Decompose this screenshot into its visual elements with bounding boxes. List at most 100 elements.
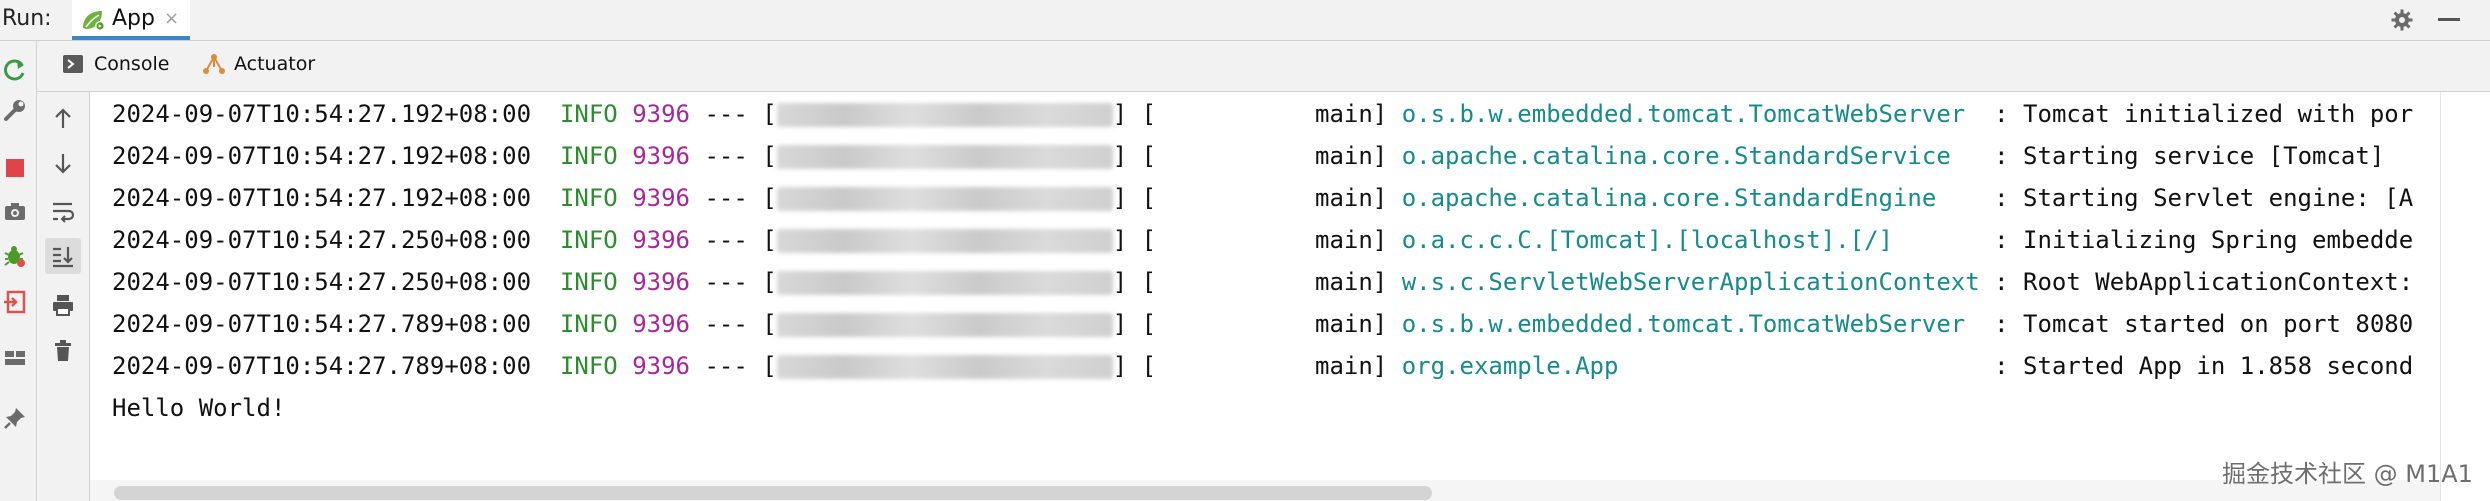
close-icon[interactable]: × (164, 8, 179, 29)
console-tabs-bar: Console Actuator (37, 41, 2490, 92)
arrow-up-icon[interactable] (50, 106, 76, 132)
log-level: INFO (559, 352, 618, 380)
log-level: INFO (559, 268, 618, 296)
gear-icon[interactable] (2390, 8, 2414, 32)
log-thread: main (1315, 142, 1373, 170)
tab-console-label: Console (94, 53, 170, 75)
camera-icon[interactable] (2, 198, 28, 224)
log-pid: 9396 (632, 226, 690, 254)
log-thread: main (1315, 268, 1373, 296)
right-gutter (2440, 92, 2490, 501)
log-message: : Started App in 1.858 second (1994, 352, 2414, 380)
log-separator: --- (704, 142, 748, 170)
redacted-app-name (776, 355, 1113, 379)
hello-output-line: Hello World! (112, 394, 286, 422)
wrench-icon[interactable] (2, 97, 28, 123)
log-separator: --- (704, 268, 748, 296)
log-pid: 9396 (632, 352, 690, 380)
log-message: : Tomcat initialized with por (1994, 100, 2414, 128)
log-line: 2024-09-07T10:54:27.789+08:00 INFO 9396 … (112, 352, 2414, 380)
log-timestamp: 2024-09-07T10:54:27.250+08:00 (112, 268, 532, 296)
log-logger[interactable]: o.a.c.c.C.[Tomcat].[localhost].[/] (1402, 226, 1893, 254)
log-line: 2024-09-07T10:54:27.192+08:00 INFO 9396 … (112, 100, 2414, 128)
log-timestamp: 2024-09-07T10:54:27.192+08:00 (112, 142, 532, 170)
log-timestamp: 2024-09-07T10:54:27.192+08:00 (112, 184, 532, 212)
log-level: INFO (559, 142, 618, 170)
log-timestamp: 2024-09-07T10:54:27.192+08:00 (112, 100, 532, 128)
log-pid: 9396 (632, 142, 690, 170)
redacted-app-name (776, 313, 1113, 337)
log-separator: --- (704, 310, 748, 338)
debug-bug-icon[interactable] (2, 243, 28, 269)
log-thread: main (1315, 310, 1373, 338)
tab-app[interactable]: App × (72, 0, 190, 40)
log-pid: 9396 (632, 184, 690, 212)
tab-actuator-label: Actuator (234, 53, 316, 75)
log-message: : Starting service [Tomcat] (1994, 142, 2385, 170)
log-message: : Starting Servlet engine: [A (1994, 184, 2414, 212)
layout-icon[interactable] (2, 345, 28, 371)
log-logger[interactable]: o.s.b.w.embedded.tomcat.TomcatWebServer (1402, 100, 1966, 128)
log-thread: main (1315, 100, 1373, 128)
log-thread: main (1315, 352, 1373, 380)
log-line: 2024-09-07T10:54:27.250+08:00 INFO 9396 … (112, 268, 2414, 296)
log-line: 2024-09-07T10:54:27.192+08:00 INFO 9396 … (112, 142, 2385, 170)
pin-icon[interactable] (2, 405, 28, 431)
console-side-toolbar (37, 92, 90, 501)
log-separator: --- (704, 226, 748, 254)
tab-app-label: App (112, 6, 155, 31)
log-line: 2024-09-07T10:54:27.250+08:00 INFO 9396 … (112, 226, 2414, 254)
soft-wrap-icon[interactable] (50, 198, 76, 224)
scrollbar-thumb[interactable] (114, 486, 1432, 500)
trash-icon[interactable] (50, 338, 76, 364)
log-level: INFO (559, 100, 618, 128)
log-separator: --- (704, 352, 748, 380)
log-logger[interactable]: org.example.App (1402, 352, 1619, 380)
log-pid: 9396 (632, 268, 690, 296)
watermark: 掘金技术社区 @ M1A1 (2222, 460, 2473, 488)
log-logger[interactable]: o.apache.catalina.core.StandardService (1402, 142, 1951, 170)
arrow-down-icon[interactable] (50, 150, 76, 176)
log-level: INFO (559, 184, 618, 212)
redacted-app-name (776, 229, 1113, 253)
tab-actuator[interactable]: Actuator (202, 51, 332, 81)
log-pid: 9396 (632, 310, 690, 338)
log-logger[interactable]: w.s.c.ServletWebServerApplicationContext (1402, 268, 1980, 296)
log-level: INFO (559, 226, 618, 254)
log-level: INFO (559, 310, 618, 338)
scroll-to-end-icon[interactable] (50, 243, 76, 269)
log-line: 2024-09-07T10:54:27.192+08:00 INFO 9396 … (112, 184, 2414, 212)
log-line: 2024-09-07T10:54:27.789+08:00 INFO 9396 … (112, 310, 2414, 338)
tab-console[interactable]: Console (62, 51, 182, 81)
spring-app-icon (83, 11, 105, 31)
actuator-icon (203, 54, 225, 74)
stop-icon[interactable] (2, 155, 28, 181)
log-message: : Initializing Spring embedde (1994, 226, 2414, 254)
log-separator: --- (704, 100, 748, 128)
redacted-app-name (776, 271, 1113, 295)
horizontal-scrollbar[interactable] (90, 480, 2440, 501)
log-thread: main (1315, 184, 1373, 212)
log-timestamp: 2024-09-07T10:54:27.789+08:00 (112, 352, 532, 380)
rerun-icon[interactable] (2, 57, 28, 83)
minimize-icon[interactable] (2438, 18, 2460, 21)
log-message: : Tomcat started on port 8080 (1994, 310, 2414, 338)
log-logger[interactable]: o.s.b.w.embedded.tomcat.TomcatWebServer (1402, 310, 1966, 338)
log-logger[interactable]: o.apache.catalina.core.StandardEngine (1402, 184, 1937, 212)
print-icon[interactable] (50, 292, 76, 318)
redacted-app-name (776, 187, 1113, 211)
redacted-app-name (776, 103, 1113, 127)
console-icon (63, 55, 83, 73)
log-timestamp: 2024-09-07T10:54:27.250+08:00 (112, 226, 532, 254)
log-separator: --- (704, 184, 748, 212)
run-tool-window: Run: App × Console Actuator 2024-09-07T1… (0, 0, 2490, 501)
log-thread: main (1315, 226, 1373, 254)
exit-icon[interactable] (2, 289, 28, 315)
log-pid: 9396 (632, 100, 690, 128)
redacted-app-name (776, 145, 1113, 169)
run-header: Run: App × (0, 0, 2490, 41)
run-actions-toolbar (0, 41, 37, 501)
run-label: Run: (2, 6, 52, 31)
log-message: : Root WebApplicationContext: (1994, 268, 2414, 296)
console-output[interactable]: 2024-09-07T10:54:27.192+08:00 INFO 9396 … (90, 92, 2440, 501)
